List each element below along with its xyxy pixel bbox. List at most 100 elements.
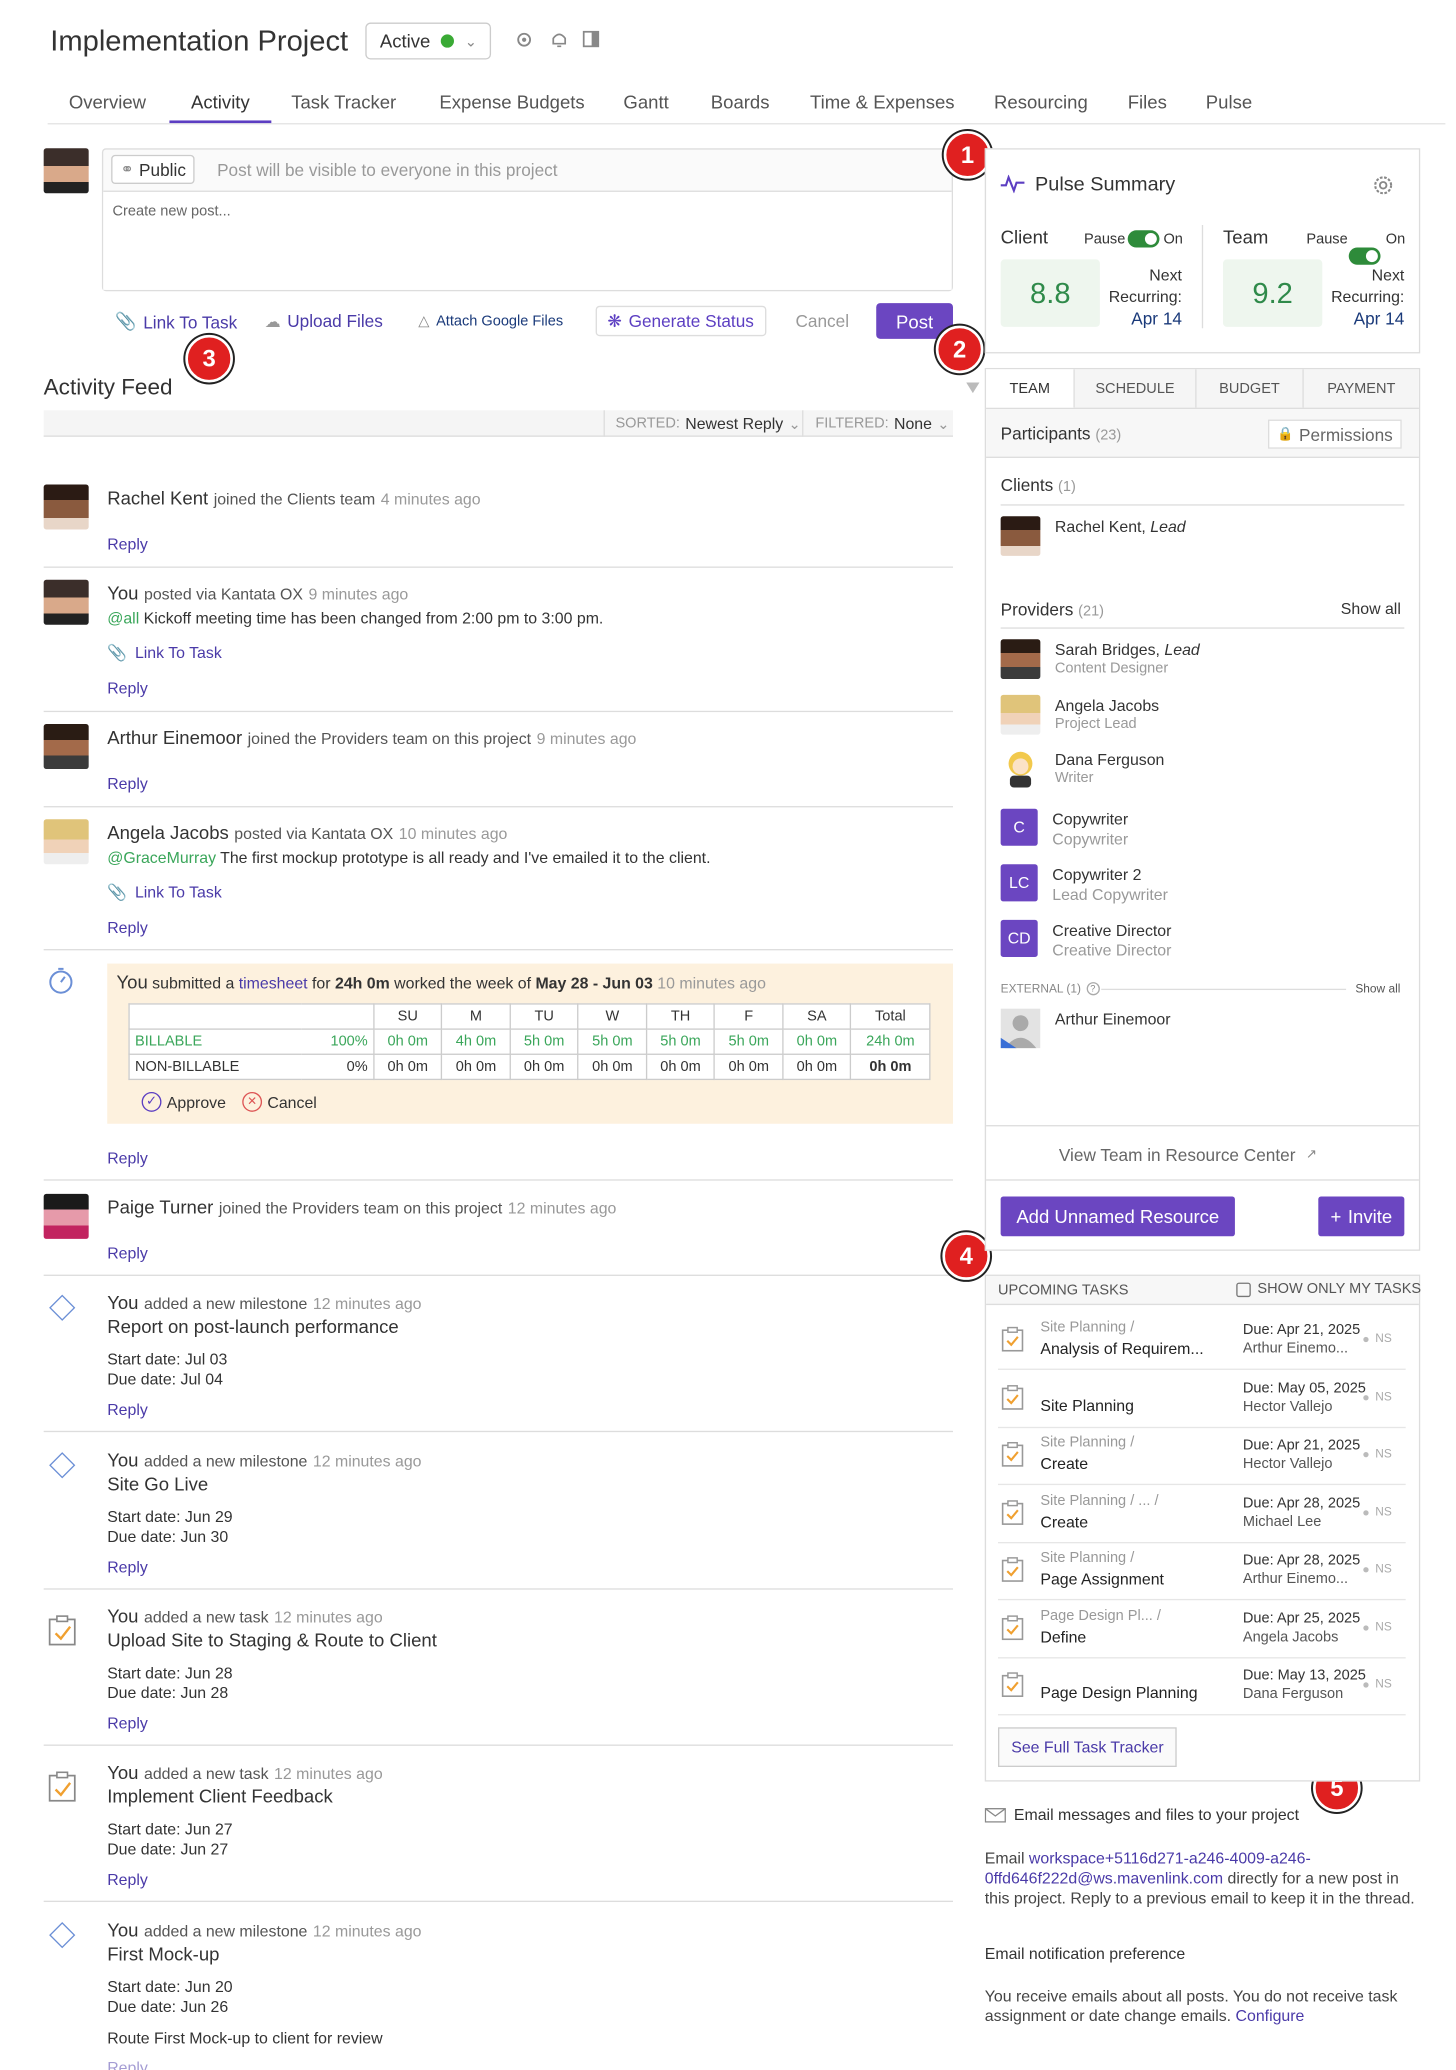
tab-time-expenses[interactable]: Time & Expenses xyxy=(810,91,955,120)
filter-triangle-icon[interactable] xyxy=(966,382,980,394)
tab-payment[interactable]: PAYMENT xyxy=(1304,369,1419,407)
milestone-title[interactable]: Implement Client Feedback xyxy=(107,1786,333,1807)
visibility-button[interactable]: ⚭ Public xyxy=(111,154,196,184)
generate-status-button[interactable]: ❋ Generate Status xyxy=(595,305,766,337)
attach-google-button[interactable]: △ Attach Google Files xyxy=(418,312,563,330)
task-name[interactable]: Site Planning xyxy=(1040,1396,1134,1415)
mention[interactable]: @all xyxy=(107,609,139,628)
settings-gear-icon[interactable] xyxy=(1371,173,1395,197)
provider-member[interactable]: Creative Director xyxy=(1052,921,1171,940)
tab-schedule[interactable]: SCHEDULE xyxy=(1075,369,1197,408)
task-name[interactable]: Page Assignment xyxy=(1040,1570,1164,1589)
reply-link[interactable]: Reply xyxy=(107,1714,148,1733)
tab-pulse[interactable]: Pulse xyxy=(1206,91,1252,120)
reply-link[interactable]: Reply xyxy=(107,1558,148,1577)
tab-boards[interactable]: Boards xyxy=(711,91,770,120)
tab-files[interactable]: Files xyxy=(1128,91,1167,120)
provider-member[interactable]: Sarah Bridges, Lead xyxy=(1055,641,1200,660)
reply-link[interactable]: Reply xyxy=(107,774,148,793)
add-unnamed-resource-button[interactable]: Add Unnamed Resource xyxy=(1000,1196,1235,1237)
status-dot xyxy=(1363,1682,1369,1688)
permissions-button[interactable]: 🔒 Permissions xyxy=(1268,419,1403,449)
tab-budget[interactable]: BUDGET xyxy=(1197,369,1304,408)
milestone-title[interactable]: First Mock-up xyxy=(107,1943,219,1964)
reply-link[interactable]: Reply xyxy=(107,1244,148,1263)
bell-icon[interactable] xyxy=(551,30,568,49)
author-name[interactable]: You xyxy=(107,1292,138,1313)
cancel-timesheet-button[interactable]: ✕ Cancel xyxy=(242,1091,317,1112)
task-name[interactable]: Create xyxy=(1040,1513,1088,1532)
author-name[interactable]: You xyxy=(107,582,138,603)
milestone-title[interactable]: Upload Site to Staging & Route to Client xyxy=(107,1629,437,1650)
provider-member[interactable]: Angela Jacobs xyxy=(1055,696,1159,715)
provider-member[interactable]: Copywriter 2 xyxy=(1052,866,1141,885)
author-name[interactable]: You xyxy=(107,1762,138,1783)
author-name[interactable]: You xyxy=(107,1449,138,1470)
cancel-post-button[interactable]: Cancel xyxy=(795,311,849,331)
author-name[interactable]: Arthur Einemoor xyxy=(107,727,242,748)
tab-task-tracker[interactable]: Task Tracker xyxy=(291,91,396,120)
mention[interactable]: @GraceMurray xyxy=(107,848,216,867)
tab-overview[interactable]: Overview xyxy=(69,91,146,120)
milestone-title[interactable]: Report on post-launch performance xyxy=(107,1316,399,1337)
start-label: Start date: xyxy=(107,1350,181,1369)
reply-link[interactable]: Reply xyxy=(107,919,148,938)
reply-link[interactable]: Reply xyxy=(107,1400,148,1419)
view-resource-center-link[interactable]: View Team in Resource Center ↗ xyxy=(1059,1145,1317,1165)
configure-link[interactable]: Configure xyxy=(1236,2007,1305,2026)
reply-link[interactable]: Reply xyxy=(107,2058,148,2070)
reply-link[interactable]: Reply xyxy=(107,1870,148,1889)
filtered-dropdown[interactable]: FILTERED: None ⌄ xyxy=(802,410,949,437)
author-name[interactable]: Angela Jacobs xyxy=(107,822,229,843)
checkbox[interactable] xyxy=(1236,1281,1251,1297)
tab-team[interactable]: TEAM xyxy=(986,369,1075,408)
approve-button[interactable]: ✓ Approve xyxy=(141,1091,226,1112)
reply-link[interactable]: Reply xyxy=(107,535,148,554)
reply-link[interactable]: Reply xyxy=(107,679,148,698)
provider-member[interactable]: Dana Ferguson xyxy=(1055,750,1164,769)
tab-gantt[interactable]: Gantt xyxy=(623,91,668,120)
reply-link[interactable]: Reply xyxy=(107,1149,148,1168)
gear-icon[interactable] xyxy=(515,30,534,49)
tab-activity[interactable]: Activity xyxy=(169,91,272,124)
link-task-button[interactable]: 📎 Link To Task xyxy=(115,311,237,332)
post-textarea[interactable]: Create new post... xyxy=(103,190,952,290)
task-name[interactable]: Page Design Planning xyxy=(1040,1684,1197,1703)
show-all-external-link[interactable]: Show all xyxy=(1355,982,1400,995)
team-pulse-toggle[interactable] xyxy=(1348,247,1381,265)
author-name[interactable]: You xyxy=(116,972,147,993)
author-name[interactable]: You xyxy=(107,1606,138,1627)
invite-button[interactable]: + Invite xyxy=(1318,1196,1405,1237)
link-task-link[interactable]: 📎 Link To Task xyxy=(107,883,222,902)
see-full-task-tracker-button[interactable]: See Full Task Tracker xyxy=(997,1727,1177,1768)
email-address-1[interactable]: workspace+5116d271-a246-4009-a246- xyxy=(1029,1849,1311,1868)
milestone-title[interactable]: Site Go Live xyxy=(107,1473,208,1494)
task-name[interactable]: Analysis of Requirem... xyxy=(1040,1339,1203,1358)
upload-files-button[interactable]: ☁ Upload Files xyxy=(265,311,383,331)
task-name[interactable]: Create xyxy=(1040,1455,1088,1474)
show-all-providers-link[interactable]: Show all xyxy=(1341,600,1401,619)
sorted-dropdown[interactable]: SORTED: Newest Reply ⌄ xyxy=(603,410,801,437)
client-pulse-toggle[interactable] xyxy=(1127,230,1160,248)
link-task-link[interactable]: 📎 Link To Task xyxy=(107,643,222,662)
tab-resourcing[interactable]: Resourcing xyxy=(994,91,1088,120)
help-icon[interactable]: ? xyxy=(1086,982,1100,996)
task-status: NS xyxy=(1375,1677,1392,1691)
show-only-my-tasks[interactable]: SHOW ONLY MY TASKS xyxy=(1236,1281,1421,1297)
client-member[interactable]: Rachel Kent, Lead xyxy=(1055,518,1186,537)
panel-toggle-icon[interactable] xyxy=(582,30,600,48)
tab-expense-budgets[interactable]: Expense Budgets xyxy=(439,91,584,120)
task-name[interactable]: Define xyxy=(1040,1628,1086,1647)
due-label: Due date: xyxy=(107,1839,177,1859)
author-name[interactable]: Rachel Kent xyxy=(107,487,208,508)
timesheet-link[interactable]: timesheet xyxy=(239,974,308,993)
author-name[interactable]: You xyxy=(107,1919,138,1940)
email-pref-title: Email notification preference xyxy=(984,1944,1186,1963)
external-member[interactable]: Arthur Einemoor xyxy=(1055,1010,1171,1029)
author-name[interactable]: Paige Turner xyxy=(107,1197,213,1218)
plus-icon: + xyxy=(1330,1205,1342,1227)
task-path: Site Planning / xyxy=(1040,1319,1135,1336)
provider-member[interactable]: Copywriter xyxy=(1052,810,1128,829)
status-dropdown[interactable]: Active ⌄ xyxy=(365,22,492,60)
email-address-2[interactable]: 0ffd646f222d@ws.mavenlink.com xyxy=(985,1869,1223,1888)
